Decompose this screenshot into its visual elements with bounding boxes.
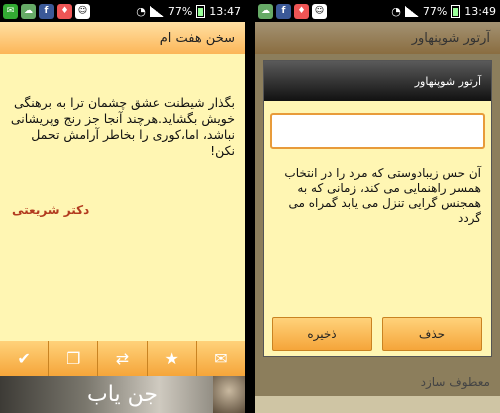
app-icon: ☺ bbox=[75, 3, 90, 19]
status-bar: ☁ f ♦ ☺ ◔ 77% 13:49 bbox=[255, 0, 500, 22]
status-bar: ✉ ☁ f ♦ ☺ ◔ 77% 13:47 bbox=[0, 0, 245, 22]
wifi-icon: ◔ bbox=[391, 4, 401, 18]
copy-icon: ❐ bbox=[66, 349, 81, 368]
check-icon: ✔ bbox=[17, 349, 31, 368]
background-list-text: معطوف سازد bbox=[420, 375, 490, 389]
favorite-button[interactable]: ★ bbox=[148, 341, 197, 376]
page-title: سخن هفت ام bbox=[0, 22, 245, 54]
chat-icon: ☁ bbox=[21, 3, 36, 19]
notification-icon: ✉ bbox=[3, 3, 18, 19]
share-mail-button[interactable]: ✉ bbox=[197, 341, 245, 376]
dialog-input[interactable] bbox=[270, 113, 485, 149]
delete-button[interactable]: حذف bbox=[382, 317, 482, 351]
screen-divider bbox=[245, 0, 255, 413]
check-button[interactable]: ✔ bbox=[0, 341, 50, 376]
background-list-row bbox=[255, 396, 500, 413]
copy-button[interactable]: ❐ bbox=[49, 341, 99, 376]
battery-percent: 77% bbox=[422, 4, 448, 18]
edit-dialog: آرتور شوپنهاور آن حس زیبادوستی که مرد را… bbox=[263, 60, 492, 357]
quote-text: بگذار شیطنت عشق چشمان ترا به برهنگی خویش… bbox=[10, 95, 235, 158]
mail-icon: ✉ bbox=[214, 349, 228, 368]
chat-icon: ☁ bbox=[258, 3, 273, 19]
dialog-quote-text: آن حس زیبادوستی که مرد را در انتخاب همسر… bbox=[284, 166, 481, 225]
battery-icon bbox=[196, 4, 206, 18]
star-icon: ★ bbox=[164, 349, 179, 368]
app-icon: ☺ bbox=[312, 3, 327, 19]
battery-icon bbox=[451, 4, 461, 18]
banner-text: جن یاب bbox=[87, 382, 158, 407]
battery-percent: 77% bbox=[167, 4, 193, 18]
signal-icon bbox=[404, 5, 419, 17]
left-screen: ✉ ☁ f ♦ ☺ ◔ 77% 13:47 سخن هفت ام بگذار ش… bbox=[0, 0, 245, 413]
page-title: آرتور شوپنهاور bbox=[255, 22, 500, 54]
signal-icon bbox=[149, 5, 164, 17]
shuffle-button[interactable]: ⇄ bbox=[98, 341, 148, 376]
save-button[interactable]: ذخیره bbox=[272, 317, 372, 351]
wifi-icon: ◔ bbox=[136, 4, 146, 18]
ad-banner[interactable]: جن یاب bbox=[0, 376, 245, 413]
facebook-icon: f bbox=[39, 3, 54, 19]
clock: 13:49 bbox=[464, 4, 496, 18]
clock: 13:47 bbox=[209, 4, 241, 18]
shield-icon: ♦ bbox=[57, 3, 72, 19]
quote-author: دکتر شریعتی bbox=[12, 203, 90, 217]
banner-image bbox=[213, 376, 245, 413]
facebook-icon: f bbox=[276, 3, 291, 19]
shield-icon: ♦ bbox=[294, 3, 309, 19]
dialog-title: آرتور شوپنهاور bbox=[264, 61, 491, 101]
action-toolbar: ✔ ❐ ⇄ ★ ✉ bbox=[0, 341, 245, 376]
right-screen: ☁ f ♦ ☺ ◔ 77% 13:49 آرتور شوپنهاور آرتور… bbox=[255, 0, 500, 413]
shuffle-icon: ⇄ bbox=[115, 349, 130, 368]
